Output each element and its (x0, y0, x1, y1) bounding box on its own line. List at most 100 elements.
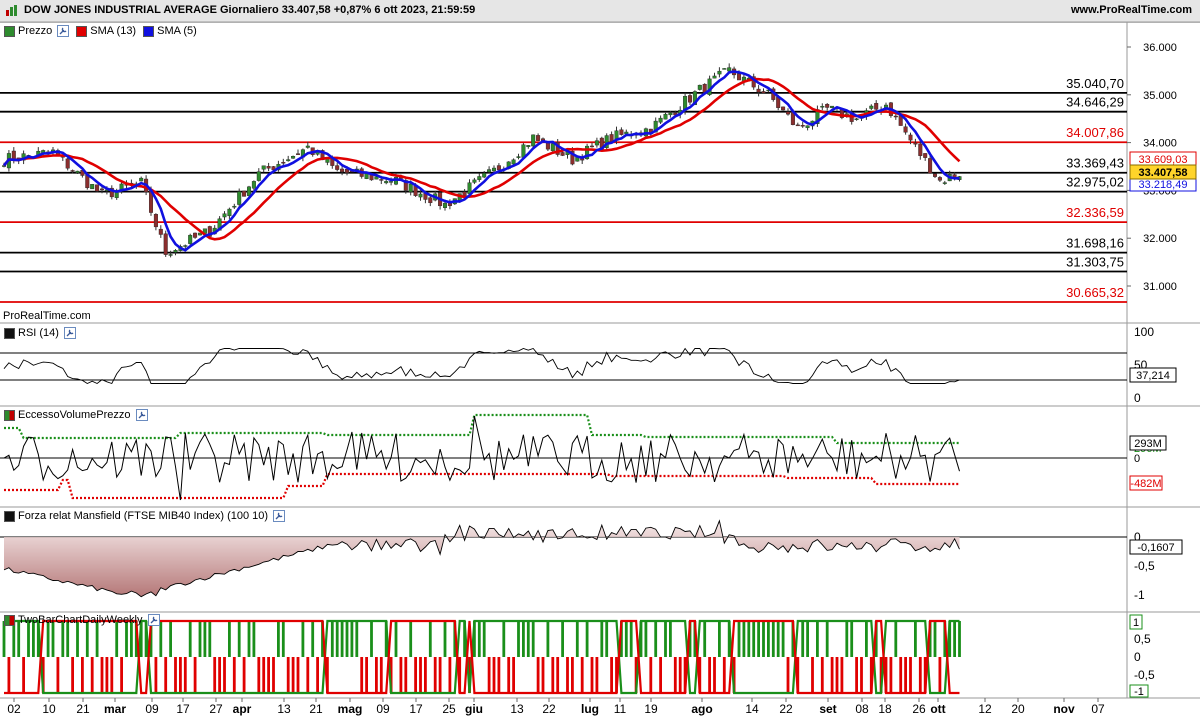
twobar-red-bar (433, 657, 437, 693)
twobar-red-bar (590, 657, 594, 693)
candle-body (560, 152, 565, 156)
twobar-green-bar (865, 621, 868, 657)
twobar-red-bar (306, 657, 310, 693)
twobar-red-bar (830, 657, 834, 693)
twobar-green-bar (933, 621, 937, 657)
candle-body (256, 171, 261, 181)
twobar-red-bar (610, 657, 613, 693)
candle-body (286, 159, 291, 162)
level-label: 32.975,02 (1066, 175, 1124, 190)
twobar-red-bar (399, 657, 403, 693)
twobar-red-bar (595, 657, 599, 693)
level-label: 32.336,59 (1066, 205, 1124, 220)
twobar-red-bar (649, 657, 653, 693)
twobar-green-bar (629, 621, 633, 657)
x-axis-label: 21 (76, 702, 90, 716)
twobar-red-bar (267, 657, 270, 693)
twobar-green-bar (801, 621, 805, 657)
twobar-red-bar (497, 657, 501, 693)
volume-lower-value: -482M (1130, 478, 1161, 490)
twobar-red-bar (855, 657, 858, 693)
twobar-green-bar (747, 621, 751, 657)
candle-body (492, 167, 497, 172)
sma5-legend-label: SMA (5) (157, 25, 197, 37)
candle-body (825, 104, 830, 108)
twobar-red-bar (899, 657, 903, 693)
candle-body (99, 188, 104, 191)
mansfield-area (4, 520, 960, 597)
twobar-green-bar (394, 621, 398, 657)
twobar-red-bar (296, 657, 300, 693)
candle-body (408, 183, 413, 193)
candle-body (761, 91, 766, 94)
candle-body (594, 140, 599, 146)
candle-body (937, 177, 942, 181)
candle-body (658, 117, 663, 123)
twobar-red-bar (120, 657, 123, 693)
candle-body (384, 181, 389, 184)
twobar-top-value: 1 (1133, 617, 1139, 629)
twobar-green-bar (311, 621, 315, 657)
twobar-green-bar (664, 621, 667, 657)
candle-body (242, 190, 247, 197)
wrench-icon[interactable] (57, 25, 70, 37)
mansfield-y-tick-label: -0,5 (1134, 559, 1155, 573)
twobar-red-bar (840, 657, 844, 693)
rsi-legend[interactable]: RSI (14) (4, 326, 76, 340)
candle-body (516, 156, 521, 158)
candle-body (261, 165, 266, 170)
candle-body (237, 191, 242, 205)
x-axis-label: 08 (855, 702, 869, 716)
volume-zero-label: 0 (1134, 453, 1140, 465)
x-axis-label: 11 (614, 702, 627, 716)
candle-body (482, 172, 487, 178)
candle-body (305, 145, 310, 148)
twobar-red-bar (262, 657, 266, 693)
twobar-red-bar (286, 657, 290, 693)
twobar-red-bar (360, 657, 364, 693)
twobar-red-bar (536, 657, 540, 693)
wrench-icon[interactable] (273, 510, 286, 522)
wrench-icon[interactable] (135, 409, 148, 421)
twobar-green-bar (781, 621, 785, 657)
x-axis-label: nov (1053, 702, 1075, 716)
sma5-value-tag: 33.218,49 (1139, 179, 1188, 191)
candle-body (869, 105, 874, 109)
chart-canvas[interactable]: 36.00035.00034.00033.00032.00031.00035.0… (0, 0, 1200, 720)
x-axis-label: 26 (912, 702, 926, 716)
mansfield-legend[interactable]: Forza relat Mansfield (FTSE MIB40 Index)… (4, 509, 286, 523)
x-axis-label: 12 (978, 702, 992, 716)
candle-body (222, 213, 227, 218)
x-axis-label: mag (338, 702, 363, 716)
sma5-line (2, 70, 960, 252)
candle-body (472, 179, 477, 183)
wrench-icon[interactable] (147, 614, 160, 626)
twobar-green-bar (914, 621, 917, 657)
twobar-green-bar (825, 621, 829, 657)
x-axis-label: 19 (644, 702, 658, 716)
mansfield-swatch (4, 510, 15, 522)
x-axis-label: 17 (409, 702, 423, 716)
x-axis-label: 14 (745, 702, 759, 716)
candle-body (291, 156, 296, 159)
level-label: 34.646,29 (1066, 95, 1124, 110)
twobar-red-bar (193, 657, 197, 693)
price-legend[interactable]: Prezzo SMA (13) SMA (5) (4, 24, 197, 38)
twobar-y-tick-label: 0,5 (1134, 632, 1151, 646)
level-label: 30.665,32 (1066, 285, 1124, 300)
candle-body (173, 250, 178, 253)
twobar-red-bar (487, 657, 491, 693)
level-label: 31.698,16 (1066, 236, 1124, 251)
candle-body (722, 68, 727, 70)
x-axis-label: 02 (7, 702, 21, 716)
twobar-legend[interactable]: TwoBarChartDailyWeekly (4, 613, 160, 627)
volume-legend[interactable]: EccessoVolumePrezzo (4, 408, 148, 422)
twobar-green-bar (517, 621, 520, 657)
x-axis-label: 09 (145, 702, 159, 716)
x-axis-label: 17 (176, 702, 190, 716)
wrench-icon[interactable] (63, 327, 76, 339)
twobar-green-bar (526, 621, 530, 657)
x-axis-label: 13 (510, 702, 524, 716)
twobar-red-bar (404, 657, 408, 693)
candle-body (296, 153, 301, 155)
